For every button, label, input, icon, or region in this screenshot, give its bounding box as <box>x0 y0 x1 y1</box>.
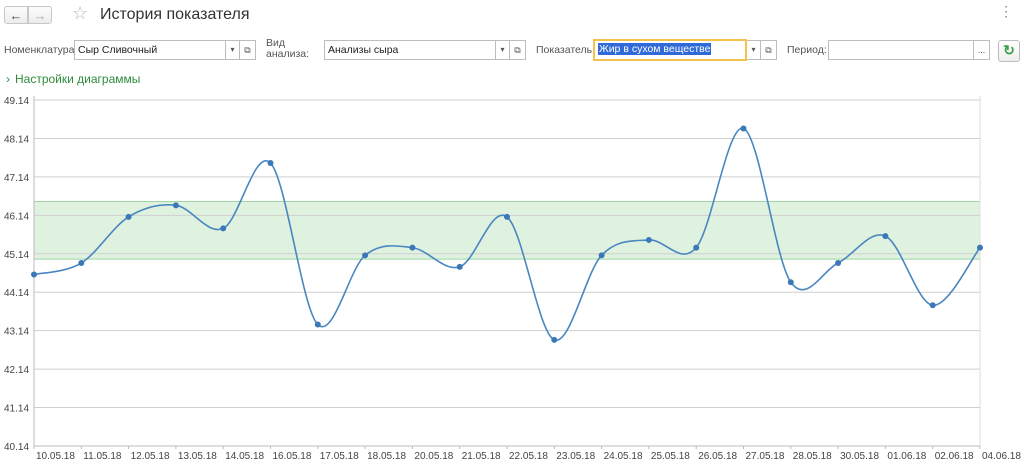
data-point <box>598 252 605 259</box>
x-tick-label: 02.06.18 <box>935 451 974 462</box>
norm-band <box>34 201 980 260</box>
y-tick-label: 42.14 <box>4 365 29 376</box>
analysis-label-line2: анализа: <box>266 48 310 60</box>
data-point <box>929 302 936 309</box>
x-tick-label: 22.05.18 <box>509 451 548 462</box>
x-tick-label: 25.05.18 <box>651 451 690 462</box>
chevron-right-icon: › <box>6 72 10 86</box>
x-tick-label: 16.05.18 <box>273 451 312 462</box>
analysis-label: Вид анализа: <box>266 38 309 60</box>
chart-settings-link[interactable]: › Настройки диаграммы <box>6 72 140 86</box>
x-tick-label: 01.06.18 <box>887 451 926 462</box>
filter-bar: Номенклатура: Сыр Сливочный ▾ ⧉ Вид анал… <box>0 36 1024 66</box>
data-point <box>220 225 227 232</box>
indicator-open-button[interactable]: ⧉ <box>761 40 777 60</box>
data-point <box>787 279 794 286</box>
title-bar: ← → ☆ История показателя ⋮ <box>0 0 1024 34</box>
y-tick-label: 49.14 <box>4 96 29 107</box>
data-point <box>977 244 983 251</box>
x-tick-label: 04.06.18 <box>982 451 1021 462</box>
analysis-type-field[interactable]: Анализы сыра <box>324 40 496 60</box>
nomenclature-field[interactable]: Сыр Сливочный <box>74 40 226 60</box>
y-tick-label: 44.14 <box>4 288 29 299</box>
arrow-left-icon: ← <box>9 7 23 23</box>
chevron-down-icon: ▾ <box>230 45 235 54</box>
x-tick-label: 28.05.18 <box>793 451 832 462</box>
nomenclature-open-button[interactable]: ⧉ <box>240 40 256 60</box>
data-point <box>645 236 652 243</box>
x-tick-label: 11.05.18 <box>83 451 122 462</box>
y-tick-label: 47.14 <box>4 173 29 184</box>
x-tick-label: 10.05.18 <box>36 451 75 462</box>
refresh-button[interactable]: ↻ <box>998 40 1020 62</box>
x-tick-label: 20.05.18 <box>414 451 453 462</box>
x-tick-label: 30.05.18 <box>840 451 879 462</box>
refresh-icon: ↻ <box>1003 42 1015 58</box>
x-tick-label: 26.05.18 <box>698 451 737 462</box>
arrow-right-icon: → <box>33 7 47 23</box>
more-icon[interactable]: ⋮ <box>999 3 1014 20</box>
analysis-open-button[interactable]: ⧉ <box>510 40 526 60</box>
data-point <box>31 271 37 278</box>
star-icon[interactable]: ☆ <box>72 3 88 24</box>
indicator-label: Показатель: <box>536 44 596 56</box>
data-point <box>267 160 274 167</box>
data-point <box>314 321 321 328</box>
x-tick-label: 13.05.18 <box>178 451 217 462</box>
x-tick-label: 21.05.18 <box>462 451 501 462</box>
period-label: Период: <box>787 44 827 56</box>
data-point <box>551 336 558 343</box>
x-tick-label: 12.05.18 <box>131 451 170 462</box>
open-icon: ⧉ <box>244 45 251 55</box>
x-tick-label: 18.05.18 <box>367 451 406 462</box>
x-tick-label: 24.05.18 <box>604 451 643 462</box>
nomenclature-dropdown-button[interactable]: ▾ <box>226 40 240 60</box>
forward-button[interactable]: → <box>28 6 52 24</box>
data-point <box>125 213 132 220</box>
x-tick-label: 27.05.18 <box>746 451 785 462</box>
indicator-field[interactable]: Жир в сухом веществе <box>593 39 747 61</box>
x-tick-label: 14.05.18 <box>225 451 264 462</box>
chevron-down-icon: ▾ <box>751 45 756 54</box>
page-title: История показателя <box>100 6 250 23</box>
nomenclature-label: Номенклатура: <box>4 44 78 56</box>
y-tick-label: 46.14 <box>4 211 29 222</box>
x-tick-label: 17.05.18 <box>320 451 359 462</box>
open-icon: ⧉ <box>514 45 521 55</box>
y-tick-label: 40.14 <box>4 442 29 453</box>
analysis-dropdown-button[interactable]: ▾ <box>496 40 510 60</box>
indicator-dropdown-button[interactable]: ▾ <box>747 40 761 60</box>
indicator-value: Жир в сухом веществе <box>598 43 712 55</box>
chart-settings-label: Настройки диаграммы <box>15 72 141 86</box>
data-point <box>693 244 700 251</box>
data-point <box>362 252 369 259</box>
chevron-down-icon: ▾ <box>500 45 505 54</box>
period-field[interactable] <box>828 40 974 60</box>
data-point <box>504 213 510 220</box>
data-point <box>78 260 85 267</box>
indicator-history-chart: 49.14 48.14 47.14 46.14 45.14 44.14 43.14 42.14… <box>4 96 1021 462</box>
y-tick-label: 45.14 <box>4 250 29 261</box>
data-point <box>835 260 842 267</box>
period-select-button[interactable]: ... <box>974 40 990 60</box>
y-tick-label: 43.14 <box>4 327 29 338</box>
open-icon: ⧉ <box>765 45 772 55</box>
data-point <box>882 233 889 240</box>
y-tick-label: 41.14 <box>4 404 29 415</box>
y-tick-label: 48.14 <box>4 134 29 145</box>
data-point <box>456 263 463 270</box>
data-point <box>172 202 179 209</box>
data-point <box>740 125 747 132</box>
data-point <box>409 244 416 251</box>
x-tick-label: 23.05.18 <box>556 451 595 462</box>
back-button[interactable]: ← <box>4 6 28 24</box>
